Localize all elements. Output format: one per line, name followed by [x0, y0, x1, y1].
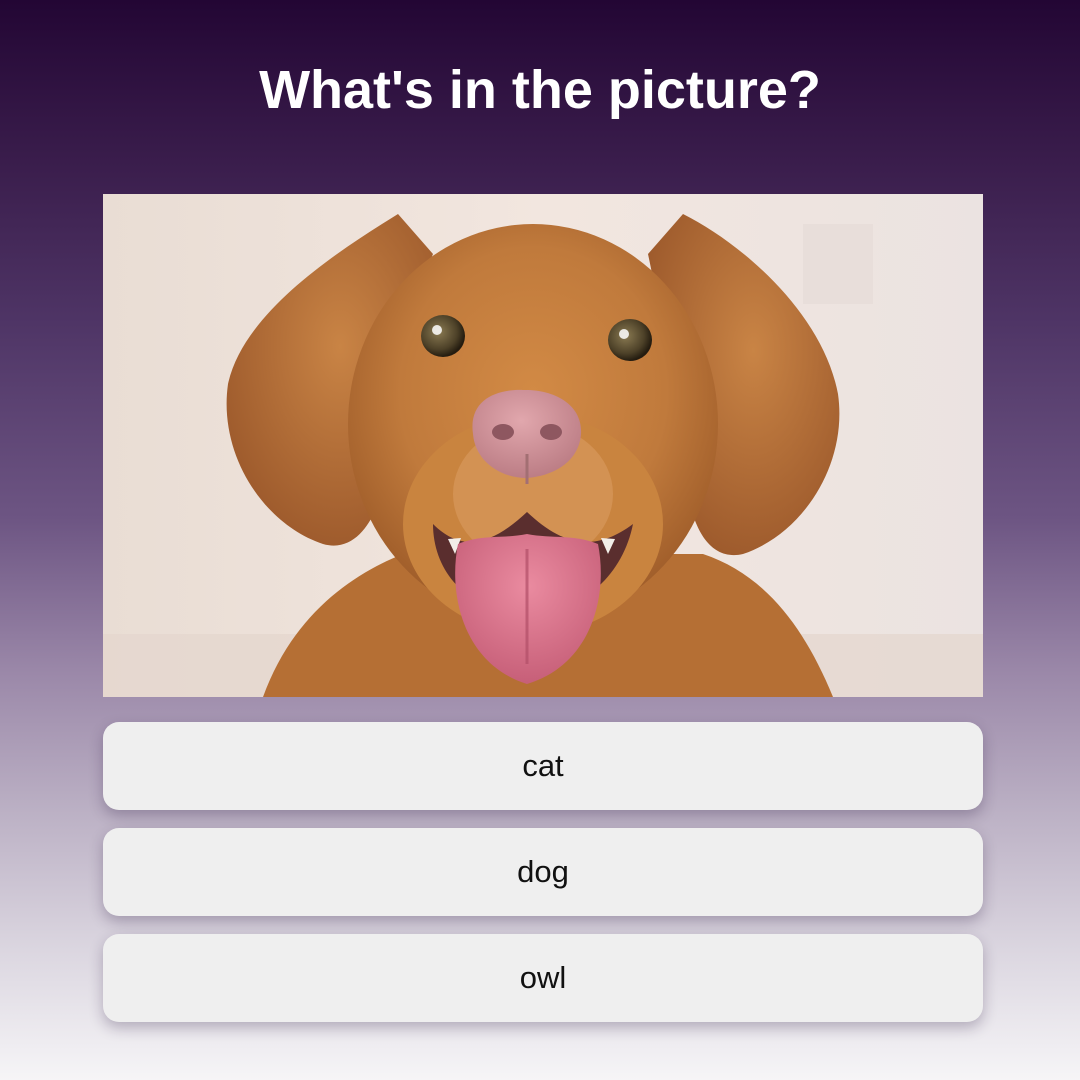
dog-photo — [103, 194, 983, 697]
answer-options: cat dog owl — [103, 722, 983, 1040]
dog-left-eye — [421, 315, 465, 357]
option-dog-button[interactable]: dog — [103, 828, 983, 916]
question-title: What's in the picture? — [259, 60, 821, 120]
option-owl-button[interactable]: owl — [103, 934, 983, 1022]
option-cat-button[interactable]: cat — [103, 722, 983, 810]
dog-right-eye — [608, 319, 652, 361]
